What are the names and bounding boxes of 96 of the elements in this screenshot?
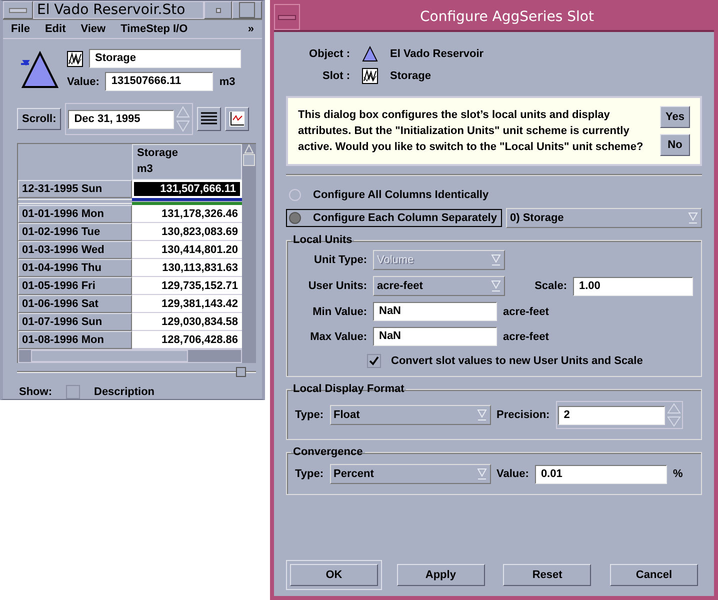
dialog-button[interactable]: Apply <box>396 564 485 586</box>
row-date: 01-03-1996 Wed <box>18 241 132 259</box>
field-label: Min Value: <box>312 306 367 318</box>
spin-arrows-icon[interactable] <box>176 106 190 132</box>
convergence-value-field[interactable]: 0.01 <box>534 464 667 484</box>
scale-field[interactable]: 1.00 <box>573 276 693 296</box>
precision-field[interactable]: 2 <box>558 406 665 424</box>
convergence-type-dropdown[interactable]: Percent <box>330 464 491 484</box>
scrollbar-thumb[interactable] <box>243 154 255 166</box>
table-cell[interactable]: 129,381,143.42 <box>132 295 242 313</box>
object-name: El Vado Reservoir <box>390 48 484 60</box>
show-label: Show: <box>19 386 52 398</box>
value-field[interactable]: 131507666.11 <box>105 72 214 91</box>
horizontal-scrollbar[interactable] <box>18 349 242 363</box>
scroll-up-arrow-icon[interactable] <box>244 144 254 154</box>
table-cell[interactable]: 131,178,326.46 <box>132 205 242 223</box>
row-date: 01-01-1996 Mon <box>18 205 132 223</box>
splitter-handle[interactable] <box>236 367 246 377</box>
table-cell[interactable]: 128,706,428.86 <box>132 331 242 349</box>
row-date: 01-04-1996 Thu <box>18 259 132 277</box>
dropdown-arrow-icon[interactable] <box>476 467 487 481</box>
description-checkbox[interactable] <box>66 385 80 399</box>
max-value-field[interactable]: NaN <box>373 327 497 346</box>
slot-icon <box>67 50 83 66</box>
unit-label: acre-feet <box>503 306 550 318</box>
dialog-button[interactable]: Cancel <box>610 564 698 586</box>
row-date: 01-08-1996 Mon <box>18 331 132 349</box>
group-title: Convergence <box>292 446 364 458</box>
chart-icon <box>229 111 246 127</box>
field-label: Unit Type: <box>313 254 367 266</box>
row-date: 01-05-1996 Fri <box>18 277 132 295</box>
message-button[interactable]: Yes <box>660 106 690 128</box>
dialog-title: Configure AggSeries Slot <box>419 8 595 27</box>
slot-name-field[interactable]: Storage <box>89 49 241 68</box>
field-label: Max Value: <box>309 330 367 342</box>
vertical-scrollbar[interactable] <box>242 144 256 363</box>
slot-name: Storage <box>390 70 432 82</box>
reservoir-icon <box>21 51 59 89</box>
min-value-field[interactable]: NaN <box>373 302 497 321</box>
message-text: This dialog box configures the slot’s local units and display attributes. But the "Initialization Units" unit scheme is currently active. Would you like to switch to the "Local Units" unit scheme? <box>298 108 644 155</box>
column-dropdown[interactable]: 0) Storage <box>506 208 702 228</box>
convert-checkbox[interactable] <box>367 354 381 368</box>
unit-label: % <box>672 468 683 480</box>
slot-icon <box>362 68 378 84</box>
date-field[interactable]: Dec 31, 1995 <box>68 110 174 128</box>
value-label: Value: <box>67 76 100 88</box>
format-type-dropdown[interactable]: Float <box>330 405 491 425</box>
table-cell[interactable]: 130,823,083.69 <box>132 223 242 241</box>
table-cell[interactable]: 129,030,834.58 <box>132 313 242 331</box>
scroll-button[interactable]: Scroll: <box>17 108 62 130</box>
table-cell[interactable]: 130,113,831.63 <box>132 259 242 277</box>
user-units-dropdown[interactable]: acre-feet <box>373 276 505 296</box>
description-label: Description <box>94 386 155 398</box>
slot-label: Slot : <box>322 70 350 82</box>
dialog-button[interactable]: Reset <box>503 564 592 586</box>
field-label: Scale: <box>534 280 567 292</box>
group-title: Local Units <box>292 234 354 246</box>
spin-arrows-icon[interactable] <box>666 403 681 427</box>
menu-item[interactable]: Edit <box>44 23 66 35</box>
dropdown-arrow-icon[interactable] <box>476 408 487 422</box>
message-button[interactable]: No <box>660 134 690 156</box>
row-date: 01-06-1996 Sat <box>18 295 132 313</box>
group-title: Local Display Format <box>292 383 406 395</box>
unit-label: acre-feet <box>503 330 550 342</box>
radio-label[interactable]: Configure All Columns Identically <box>313 189 489 201</box>
dropdown-arrow-icon[interactable] <box>688 211 698 225</box>
menu-item[interactable]: TimeStep I/O <box>120 23 188 35</box>
field-label: Type: <box>295 468 324 480</box>
menu-item[interactable]: View <box>80 23 106 35</box>
list-icon <box>201 112 218 126</box>
list-view-button[interactable] <box>197 107 222 131</box>
convert-label[interactable]: Convert slot values to new User Units and Scale <box>391 355 643 367</box>
window-title: El Vado Reservoir.Sto <box>33 1 204 19</box>
row-date: 01-02-1996 Tue <box>18 223 132 241</box>
table-cell[interactable]: 129,735,152.71 <box>132 277 242 295</box>
field-label: Precision: <box>496 409 550 421</box>
row-date: 01-07-1996 Sun <box>18 313 132 331</box>
table-cell[interactable]: 130,414,801.20 <box>132 241 242 259</box>
plot-button[interactable] <box>225 107 250 131</box>
column-header[interactable]: Storage m3 <box>132 144 242 180</box>
window-menu-button[interactable] <box>274 4 300 30</box>
value-unit: m3 <box>219 76 236 88</box>
field-label: User Units: <box>307 280 367 292</box>
radio-button[interactable] <box>289 212 301 224</box>
table-cell[interactable]: 131,507,666.11 <box>132 180 242 198</box>
menu-item[interactable]: File <box>11 23 30 35</box>
row-date: 12-31-1995 Sun <box>18 180 132 198</box>
window-menu-button[interactable] <box>3 1 33 19</box>
menu-item[interactable]: » <box>248 23 254 35</box>
field-label: Type: <box>295 409 324 421</box>
field-label: Value: <box>496 468 529 480</box>
object-label: Object : <box>308 48 350 60</box>
triangle-icon <box>362 46 378 62</box>
dropdown-arrow-icon[interactable] <box>491 279 501 293</box>
minimize-button[interactable] <box>204 1 232 19</box>
maximize-button[interactable] <box>232 1 262 19</box>
